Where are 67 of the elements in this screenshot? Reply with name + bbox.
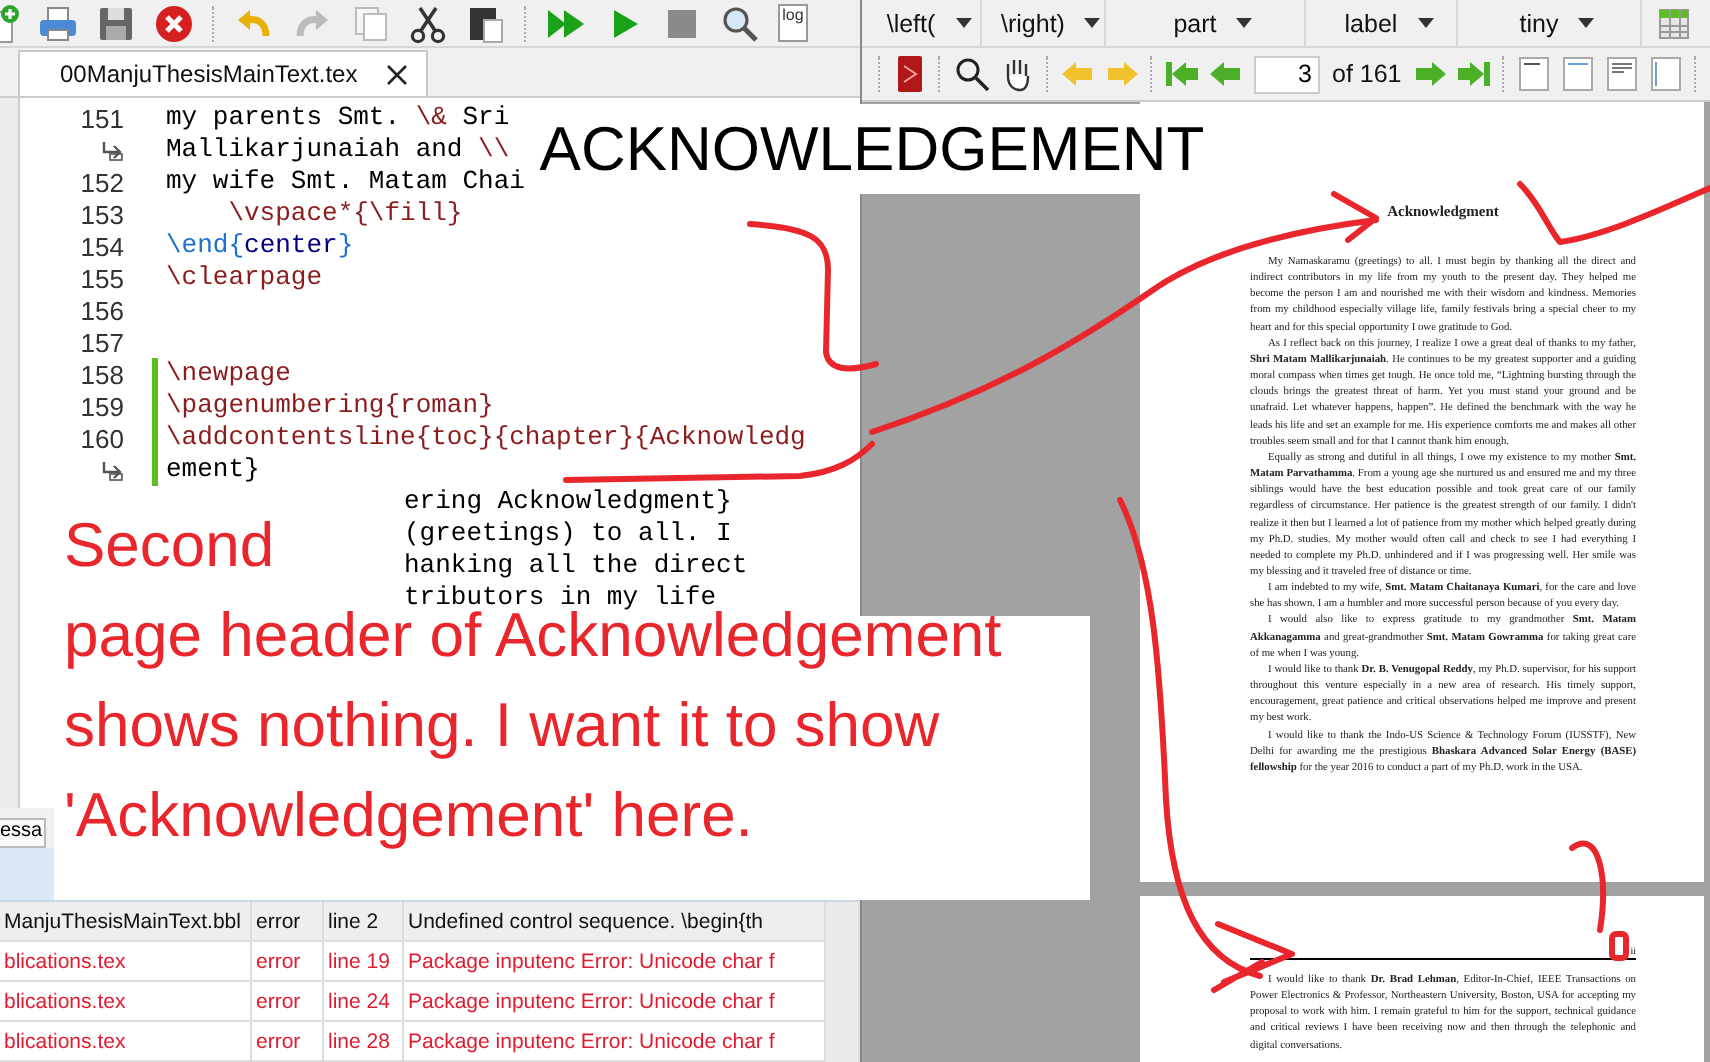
next-page-icon[interactable] xyxy=(1413,60,1446,88)
toolbar-dropdown[interactable]: tiny xyxy=(1458,0,1642,46)
line-number: 160 xyxy=(80,423,124,453)
code-line: \addcontentsline{toc}{chapter}{Acknowledg xyxy=(164,422,806,454)
line-number: 157 xyxy=(80,327,124,357)
file-tab[interactable]: 00ManjuThesisMainText.tex xyxy=(18,50,428,96)
message-row[interactable]: blications.tex error line 19 Package inputenc Error: Unicode char f xyxy=(0,942,860,982)
page-number-field[interactable]: 3 xyxy=(1254,55,1320,93)
line-number: 159 xyxy=(80,391,124,421)
toolbar-dropdown[interactable]: label xyxy=(1306,0,1458,46)
code-line: \clearpage xyxy=(164,262,323,294)
annotation-circle-mark xyxy=(1609,931,1629,961)
line-number: 151 xyxy=(80,103,124,133)
toolbar-dropdown[interactable]: \right) xyxy=(982,0,1106,46)
code-line: ering Acknowledgment} xyxy=(402,486,732,518)
code-line: \newpage xyxy=(164,358,291,390)
messages-tab[interactable]: essa xyxy=(0,818,47,848)
caret-icon xyxy=(1084,18,1101,28)
code-line: hanking all the direct xyxy=(402,550,748,582)
code-line: \pagenumbering{roman} xyxy=(164,390,494,422)
paste-icon[interactable] xyxy=(466,3,506,43)
first-page-icon[interactable] xyxy=(1166,60,1198,88)
search-icon[interactable] xyxy=(720,3,760,43)
line-number: 153 xyxy=(80,199,124,229)
close-icon[interactable] xyxy=(385,63,408,85)
line-wrap-icon xyxy=(100,459,124,481)
toolbar-dropdown[interactable]: part xyxy=(1106,0,1306,46)
caret-icon xyxy=(955,18,972,28)
caret-icon xyxy=(1417,18,1434,28)
code-line: my wife Smt. Matam Chai xyxy=(164,166,525,198)
zoom-page-icon[interactable] xyxy=(1517,56,1550,92)
fit-width-icon[interactable] xyxy=(1561,56,1594,92)
hand-icon[interactable] xyxy=(1002,56,1034,92)
line-number: 156 xyxy=(80,295,124,325)
code-line: my parents Smt. \& Sri xyxy=(164,102,510,134)
code-line: tributors in my life xyxy=(404,582,717,612)
page-layout-icon[interactable] xyxy=(1605,56,1638,92)
toolbar-dropdown[interactable]: \left( xyxy=(862,0,982,46)
search-icon[interactable] xyxy=(954,56,990,92)
line-wrap-icon xyxy=(100,139,124,161)
table-cell: blications.tex xyxy=(0,1021,252,1061)
caret-icon xyxy=(1578,18,1595,28)
message-row[interactable]: blications.tex error line 28 Package inputenc Error: Unicode char f xyxy=(0,1022,860,1062)
code-line: \end{center} xyxy=(164,230,354,262)
copy-icon[interactable] xyxy=(350,3,390,43)
message-row[interactable]: ManjuThesisMainText.bbl error line 2 Undefined control sequence. \begin{th xyxy=(0,902,860,942)
last-page-icon[interactable] xyxy=(1457,60,1490,88)
caret-icon xyxy=(1236,18,1253,28)
line-number: 154 xyxy=(80,231,124,261)
code-line: Mallikarjunaiah and \\ xyxy=(164,134,510,166)
line-number: 155 xyxy=(80,263,124,293)
code-line: ement} xyxy=(164,454,260,486)
annotation-hook-line xyxy=(1569,840,1606,933)
page-count: of 161 xyxy=(1332,60,1402,88)
table-cell: line 28 xyxy=(324,1021,404,1061)
log-file-button[interactable]: log xyxy=(778,4,808,42)
fit-page-icon[interactable] xyxy=(1649,56,1682,92)
code-line: \vspace*{\fill} xyxy=(226,198,463,230)
message-row[interactable]: blications.tex error line 24 Package inputenc Error: Unicode char f xyxy=(0,982,860,1022)
table-icon[interactable] xyxy=(1658,7,1690,39)
previous-page-icon[interactable] xyxy=(1210,60,1242,88)
scissors-icon[interactable] xyxy=(408,3,448,43)
printer-icon[interactable] xyxy=(38,3,78,43)
line-number: 152 xyxy=(80,167,124,197)
table-cell: error xyxy=(252,1021,324,1061)
pdf-book-icon[interactable] xyxy=(894,54,926,94)
line-number: 158 xyxy=(80,359,124,389)
